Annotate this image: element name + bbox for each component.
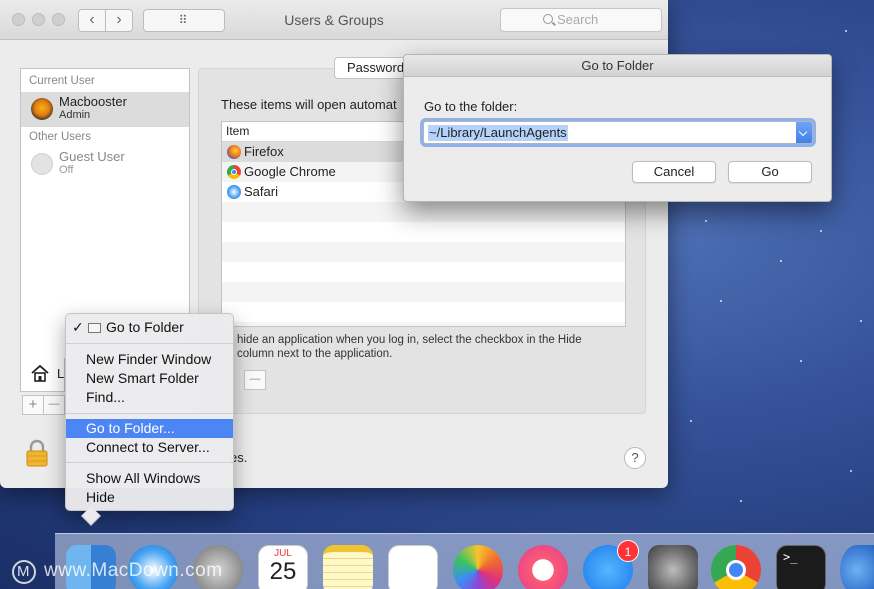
go-to-folder-dialog: Go to Folder Go to the folder: ~/Library… — [403, 54, 832, 202]
system-preferences-icon[interactable] — [648, 545, 698, 589]
empty-row — [222, 242, 625, 262]
login-item-name: Google Chrome — [244, 164, 336, 179]
guest-avatar-icon — [31, 153, 53, 175]
help-button[interactable]: ? — [624, 447, 646, 469]
current-user-name: Macbooster — [59, 94, 127, 109]
login-options-row[interactable]: L — [20, 358, 65, 392]
search-field[interactable]: Search — [500, 8, 662, 32]
empty-row — [222, 222, 625, 242]
user-row-current[interactable]: Macbooster Admin — [21, 92, 189, 127]
watermark-text: www.MacDown.com — [44, 560, 223, 581]
finder-dock-menu: ✓ Go to Folder New Finder Window New Sma… — [65, 313, 234, 511]
menu-item-new-smart-folder[interactable]: New Smart Folder — [66, 369, 233, 388]
itunes-icon[interactable] — [518, 545, 568, 589]
chrome-icon — [227, 165, 241, 179]
chrome-dock-icon[interactable] — [711, 545, 761, 589]
menu-item-label: Go to Folder — [106, 319, 184, 335]
chevron-down-icon[interactable] — [796, 122, 812, 143]
reminders-icon[interactable] — [388, 545, 438, 589]
login-items-intro: These items will open automat — [221, 97, 397, 112]
go-button[interactable]: Go — [728, 161, 812, 183]
menu-separator — [66, 343, 233, 344]
login-item-name: Safari — [244, 184, 278, 199]
add-user-button[interactable]: + — [22, 395, 44, 415]
menu-separator — [66, 462, 233, 463]
empty-row — [222, 302, 625, 322]
watermark-logo-icon: M — [12, 560, 36, 584]
cancel-button[interactable]: Cancel — [632, 161, 716, 183]
other-users-label: Other Users — [29, 131, 91, 143]
guest-user-name: Guest User — [59, 149, 125, 164]
login-item-name: Firefox — [244, 144, 284, 159]
remove-login-item-button[interactable]: — — [244, 370, 266, 390]
hide-instructions: hide an application when you log in, sel… — [237, 334, 582, 360]
safari-icon — [227, 185, 241, 199]
folder-path-input[interactable]: ~/Library/LaunchAgents — [423, 121, 813, 144]
menu-item-go-to-folder[interactable]: Go to Folder... — [66, 419, 233, 438]
calendar-icon[interactable]: JUL 25 — [258, 545, 308, 589]
lock-icon[interactable] — [25, 439, 49, 467]
empty-row — [222, 262, 625, 282]
menu-item-find[interactable]: Find... — [66, 388, 233, 407]
folder-label: Go to the folder: — [424, 99, 518, 114]
quicktime-icon[interactable] — [840, 545, 874, 589]
folder-path-value[interactable]: ~/Library/LaunchAgents — [428, 125, 568, 141]
menu-item-show-all-windows[interactable]: Show All Windows — [66, 469, 233, 488]
photos-icon[interactable] — [453, 545, 503, 589]
search-icon — [543, 14, 553, 24]
user-row-guest[interactable]: Guest User Off — [21, 147, 189, 182]
menu-item-connect-to-server[interactable]: Connect to Server... — [66, 438, 233, 457]
app-store-badge: 1 — [617, 540, 639, 562]
tab-password[interactable]: Password — [334, 57, 410, 79]
menu-item-go-to-folder-window[interactable]: ✓ Go to Folder — [66, 318, 233, 337]
calendar-day: 25 — [269, 558, 297, 585]
menu-separator — [66, 413, 233, 414]
menu-item-new-finder-window[interactable]: New Finder Window — [66, 350, 233, 369]
title-bar: ‹ › ⠿ Users & Groups Search — [0, 0, 668, 40]
house-icon — [31, 364, 49, 382]
remove-user-button[interactable]: — — [43, 395, 65, 415]
login-options-label: L — [57, 366, 65, 381]
terminal-icon[interactable]: >_ — [776, 545, 826, 589]
firefox-icon — [227, 145, 241, 159]
watermark-logo-letter: M — [17, 563, 30, 580]
notes-icon[interactable] — [323, 545, 373, 589]
flower-avatar-icon — [31, 98, 53, 120]
empty-row — [222, 282, 625, 302]
guest-user-status: Off — [59, 164, 74, 176]
current-user-label: Current User — [29, 75, 95, 87]
dialog-title: Go to Folder — [404, 55, 831, 77]
empty-row — [222, 202, 625, 222]
current-user-role: Admin — [59, 109, 91, 121]
search-placeholder: Search — [557, 12, 599, 27]
checkmark-icon: ✓ — [72, 319, 84, 335]
empty-row — [222, 322, 625, 326]
window-icon — [88, 323, 101, 333]
menu-item-hide[interactable]: Hide — [66, 488, 233, 507]
